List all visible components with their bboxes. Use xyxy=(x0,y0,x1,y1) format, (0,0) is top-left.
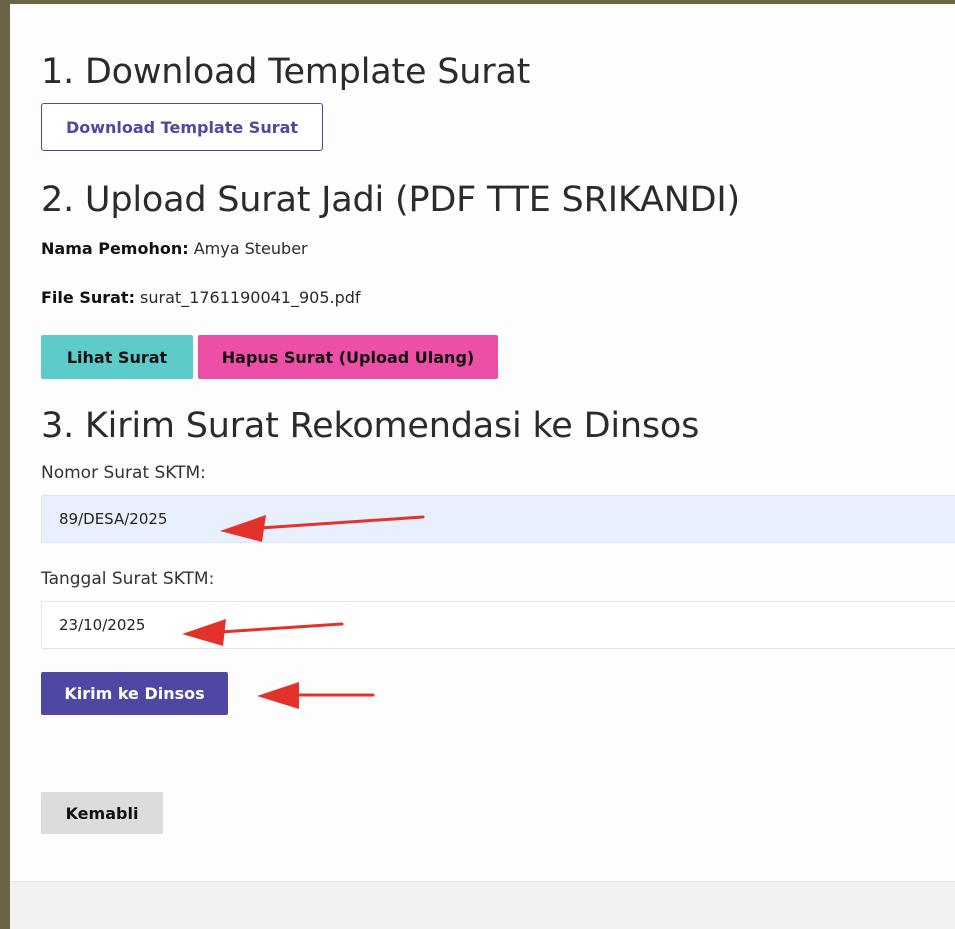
red-arrow-icon xyxy=(257,682,375,709)
view-letter-button[interactable]: Lihat Surat xyxy=(41,335,193,379)
section-heading-upload: 2. Upload Surat Jadi (PDF TTE SRIKANDI) xyxy=(41,180,741,220)
delete-letter-button[interactable]: Hapus Surat (Upload Ulang) xyxy=(198,335,498,379)
send-to-dinsos-button[interactable]: Kirim ke Dinsos xyxy=(41,672,228,715)
section-heading-send: 3. Kirim Surat Rekomendasi ke Dinsos xyxy=(41,406,700,446)
applicant-value: Amya Steuber xyxy=(188,239,308,258)
file-info: File Surat: surat_1761190041_905.pdf xyxy=(41,288,361,307)
sktm-date-input[interactable] xyxy=(41,601,955,649)
sktm-number-label: Nomor Surat SKTM: xyxy=(41,463,206,483)
sktm-date-label: Tanggal Surat SKTM: xyxy=(41,569,215,589)
sktm-number-input[interactable] xyxy=(41,495,955,543)
file-value: surat_1761190041_905.pdf xyxy=(134,288,361,307)
file-label: File Surat: xyxy=(41,288,135,307)
applicant-info: Nama Pemohon: Amya Steuber xyxy=(41,239,308,258)
download-template-button[interactable]: Download Template Surat xyxy=(41,103,323,151)
red-arrow-icon xyxy=(182,619,344,646)
footer-area xyxy=(10,881,955,929)
applicant-label: Nama Pemohon: xyxy=(41,239,189,258)
back-button[interactable]: Kemabli xyxy=(41,792,163,834)
red-arrow-icon xyxy=(220,515,425,542)
section-heading-download: 1. Download Template Surat xyxy=(41,52,531,92)
page-frame: 1. Download Template Surat Download Temp… xyxy=(10,4,955,929)
